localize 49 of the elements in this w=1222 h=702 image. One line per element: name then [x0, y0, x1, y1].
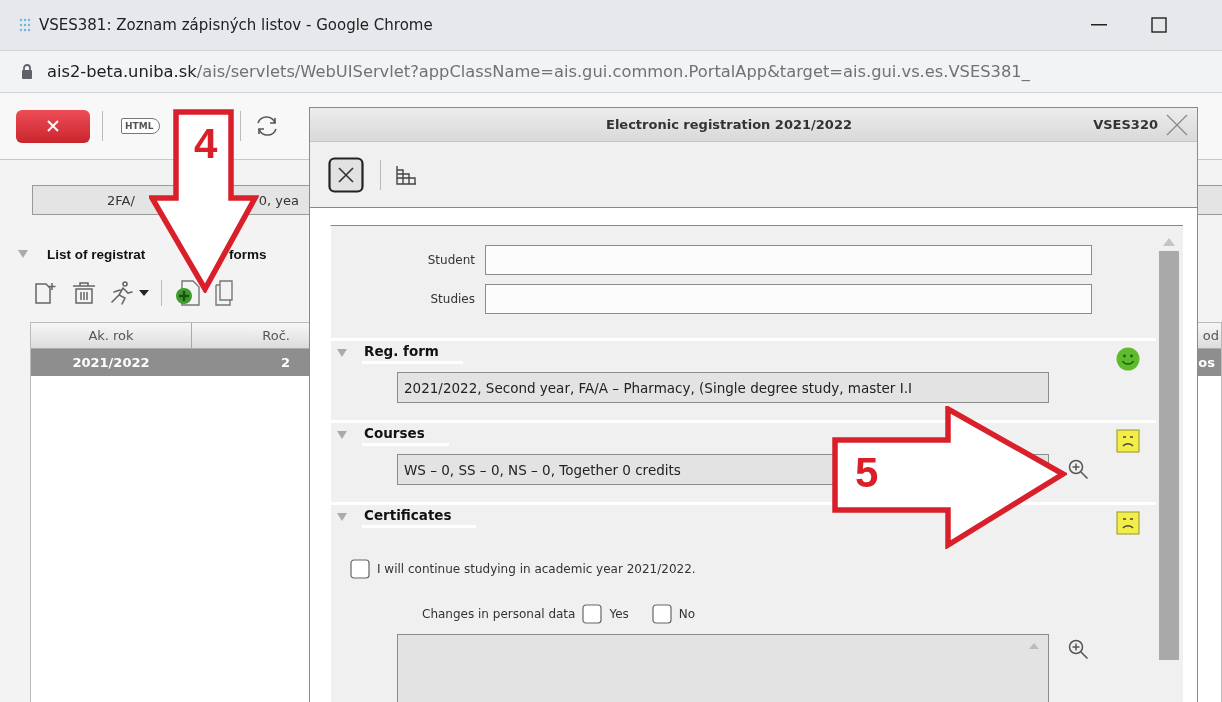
callout-number: 4: [194, 123, 218, 165]
table-cell-text: 2: [279, 354, 291, 372]
close-icon[interactable]: [328, 156, 364, 193]
table-cell-text: 2021/2022: [71, 354, 151, 372]
chart-icon[interactable]: [395, 164, 417, 185]
close-button[interactable]: [16, 109, 90, 143]
lock-icon: [21, 64, 33, 79]
field-label: Studies: [429, 292, 475, 306]
zoom-in-icon[interactable]: [1068, 639, 1089, 660]
field-label: Student: [426, 253, 475, 267]
table-cell-text: os: [1197, 354, 1216, 372]
section-title: Certificates: [362, 506, 476, 528]
column-header[interactable]: Roč.: [191, 323, 308, 348]
field-text: 2FA/: [107, 192, 135, 208]
section-title: Reg. form: [362, 342, 463, 364]
dialog-title: Electronic registration 2021/2022: [606, 117, 852, 132]
expander-icon[interactable]: [337, 512, 347, 522]
section-title: Courses: [362, 424, 449, 446]
column-header[interactable]: Ak. rok: [31, 323, 191, 348]
dialog-code: VSES320: [1093, 117, 1158, 132]
field-text: 0, yea: [258, 192, 300, 208]
minimize-icon[interactable]: [1091, 23, 1107, 27]
section-title: forms: [229, 246, 267, 262]
add-document-icon[interactable]: [174, 280, 202, 306]
value-field: 2021/2022, Second year, FA/A – Pharmacy, (Single degree study, master I.I: [397, 372, 1049, 403]
checkbox-label: Yes: [609, 607, 629, 621]
caret-icon[interactable]: [139, 290, 149, 296]
maximize-icon[interactable]: [1151, 17, 1167, 33]
checkbox[interactable]: [651, 604, 672, 624]
window-title: VSES381: Zoznam zápisných listov - Google Chrome: [39, 16, 433, 34]
trash-icon[interactable]: [71, 281, 97, 305]
input-field[interactable]: [485, 284, 1092, 314]
section-title: List of registrat: [47, 246, 147, 262]
column-header[interactable]: od: [1200, 323, 1221, 348]
html-button[interactable]: HTML: [121, 118, 161, 134]
close-icon: [47, 120, 59, 132]
scrollbar-thumb[interactable]: [1159, 251, 1179, 660]
checkbox-label: I will continue studying in academic year 2021/2022.: [377, 562, 696, 576]
new-document-icon[interactable]: [34, 281, 59, 305]
field-label: Changes in personal data: [422, 607, 576, 621]
zoom-in-icon[interactable]: [1068, 459, 1089, 480]
input-field[interactable]: [485, 245, 1092, 275]
checkbox[interactable]: [350, 559, 370, 579]
checkbox-label: No: [678, 607, 696, 621]
runner-menu-button[interactable]: [109, 281, 149, 305]
expander-icon[interactable]: [18, 249, 28, 259]
app-icon: [18, 18, 32, 32]
checkbox[interactable]: [582, 604, 603, 624]
expander-icon[interactable]: [337, 430, 347, 440]
